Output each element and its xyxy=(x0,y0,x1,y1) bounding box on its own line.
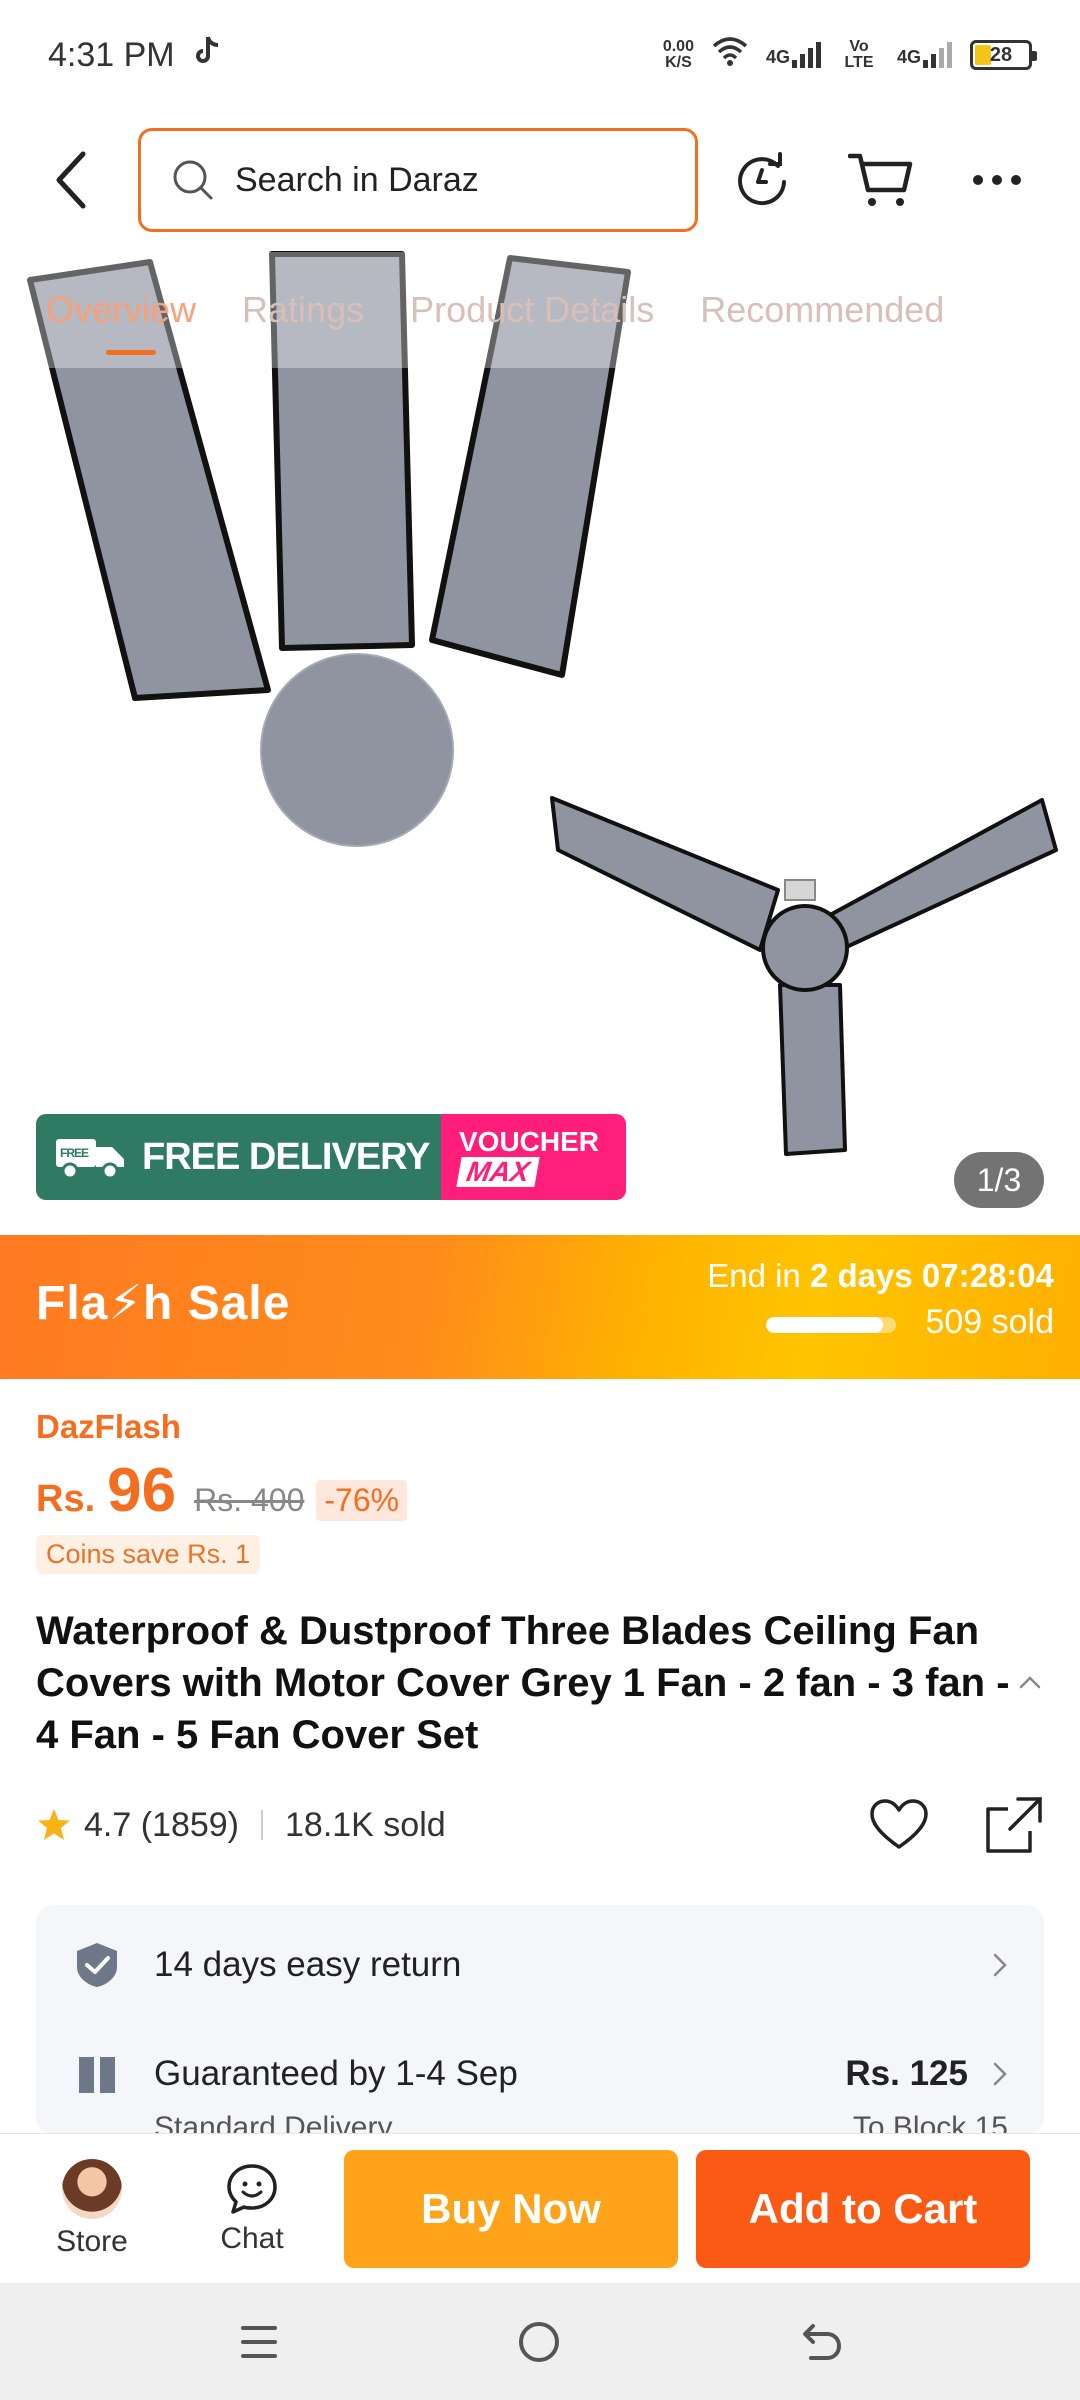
store-button[interactable]: Store xyxy=(12,2158,172,2259)
store-label: Store xyxy=(56,2224,128,2258)
delivery-destination: To Block 15 xyxy=(852,2111,1008,2135)
network-speed: 0.00 K/S xyxy=(662,38,694,71)
truck-icon: FREE xyxy=(56,1139,124,1180)
services-card: 14 days easy return Guaranteed by 1-4 Se… xyxy=(36,1905,1044,2135)
chat-label: Chat xyxy=(220,2221,284,2255)
chat-icon xyxy=(227,2163,277,2214)
price-currency: Rs. xyxy=(36,1478,96,1520)
flash-sale-sold: 509 sold xyxy=(925,1303,1054,1341)
svg-text:FREE: FREE xyxy=(60,1146,89,1160)
home-icon[interactable] xyxy=(516,2319,562,2365)
more-icon[interactable] xyxy=(972,170,1022,190)
divider xyxy=(261,1810,263,1840)
flash-sale-title: Fla⚡h Sale xyxy=(36,1277,291,1330)
refresh-icon[interactable] xyxy=(734,152,790,208)
chevron-right-icon xyxy=(993,2062,1007,2086)
free-delivery-label: FREE DELIVERY xyxy=(142,1135,431,1178)
tab-overview[interactable]: Overview xyxy=(46,289,196,355)
status-time: 4:31 PM xyxy=(48,35,175,74)
delivery-price: Rs. 125 xyxy=(845,2054,968,2093)
back-nav-icon[interactable] xyxy=(797,2320,843,2364)
tiktok-icon xyxy=(191,35,221,76)
chat-button[interactable]: Chat xyxy=(172,2162,332,2256)
rating-value[interactable]: 4.7 (1859) xyxy=(84,1806,239,1845)
flash-sale-countdown: End in 2 days 07:28:04 xyxy=(707,1257,1054,1294)
product-image-gallery[interactable] xyxy=(0,250,1080,1235)
return-label: 14 days easy return xyxy=(154,1945,462,1984)
menu-icon[interactable] xyxy=(237,2320,281,2364)
delivery-type: Standard Delivery xyxy=(154,2111,393,2135)
chevron-right-icon xyxy=(993,1953,1007,1977)
free-delivery-badge: FREE FREE DELIVERY xyxy=(36,1114,441,1200)
wifi-icon xyxy=(712,36,748,75)
product-title: Waterproof & Dustproof Three Blades Ceil… xyxy=(36,1609,1010,1757)
signal-2-icon: 4G xyxy=(897,42,952,68)
price-amount: 96 xyxy=(107,1456,177,1525)
flash-sale-banner[interactable]: Fla⚡h Sale End in 2 days 07:28:04 509 so… xyxy=(0,1235,1080,1379)
rating-row: 4.7 (1859) 18.1K sold xyxy=(36,1795,1044,1855)
voucher-max-badge: VOUCHER MAX xyxy=(441,1114,626,1200)
search-icon xyxy=(173,160,213,200)
price-row: Rs. 96 Rs. 400 -76% xyxy=(36,1455,408,1526)
buy-now-button[interactable]: Buy Now xyxy=(344,2149,678,2268)
coins-badge: Coins save Rs. 1 xyxy=(36,1535,261,1574)
chevron-up-icon[interactable] xyxy=(1018,1674,1042,1690)
image-counter: 1/3 xyxy=(954,1152,1044,1208)
battery-icon: 28 xyxy=(970,40,1037,70)
cart-icon[interactable] xyxy=(848,150,914,210)
volte-label: Vo LTE xyxy=(844,38,874,71)
share-icon[interactable] xyxy=(984,1795,1044,1855)
add-to-cart-button[interactable]: Add to Cart xyxy=(696,2149,1030,2268)
return-policy-row[interactable]: 14 days easy return xyxy=(36,1941,1044,1989)
shield-check-icon xyxy=(77,1943,117,1987)
back-button[interactable] xyxy=(36,140,106,220)
store-avatar xyxy=(62,2158,122,2219)
promo-badge: FREE FREE DELIVERY VOUCHER MAX xyxy=(36,1114,626,1200)
delivery-row[interactable]: Guaranteed by 1-4 Sep Rs. 125 Standard D… xyxy=(36,2053,1044,2135)
signal-1-icon: 4G xyxy=(766,42,821,68)
brand-label: DazFlash xyxy=(36,1408,181,1445)
search-placeholder: Search in Daraz xyxy=(235,160,479,199)
tab-recommended[interactable]: Recommended xyxy=(700,289,944,331)
guarantee-label: Guaranteed by 1-4 Sep xyxy=(154,2054,518,2093)
bottom-action-bar: Store Chat Buy Now Add to Cart xyxy=(0,2133,1080,2283)
section-tabs: Overview Ratings Product Details Recomme… xyxy=(0,252,1080,368)
flash-sale-progress xyxy=(766,1317,896,1333)
chevron-left-icon xyxy=(56,151,86,209)
original-price: Rs. 400 xyxy=(194,1482,305,1518)
tab-product-details[interactable]: Product Details xyxy=(410,289,654,331)
star-icon xyxy=(38,1809,70,1840)
status-bar: 4:31 PM 0.00 K/S 4G Vo LTE 4G 28 xyxy=(0,0,1080,110)
system-nav-bar xyxy=(0,2283,1080,2400)
heart-icon[interactable] xyxy=(870,1799,928,1851)
search-input[interactable]: Search in Daraz xyxy=(138,128,698,232)
product-image xyxy=(27,251,1058,1156)
package-icon xyxy=(79,2057,115,2093)
top-header: Search in Daraz xyxy=(0,120,1080,240)
sold-count: 18.1K sold xyxy=(285,1805,446,1844)
discount-badge: -76% xyxy=(316,1480,408,1521)
tab-ratings[interactable]: Ratings xyxy=(242,289,364,331)
